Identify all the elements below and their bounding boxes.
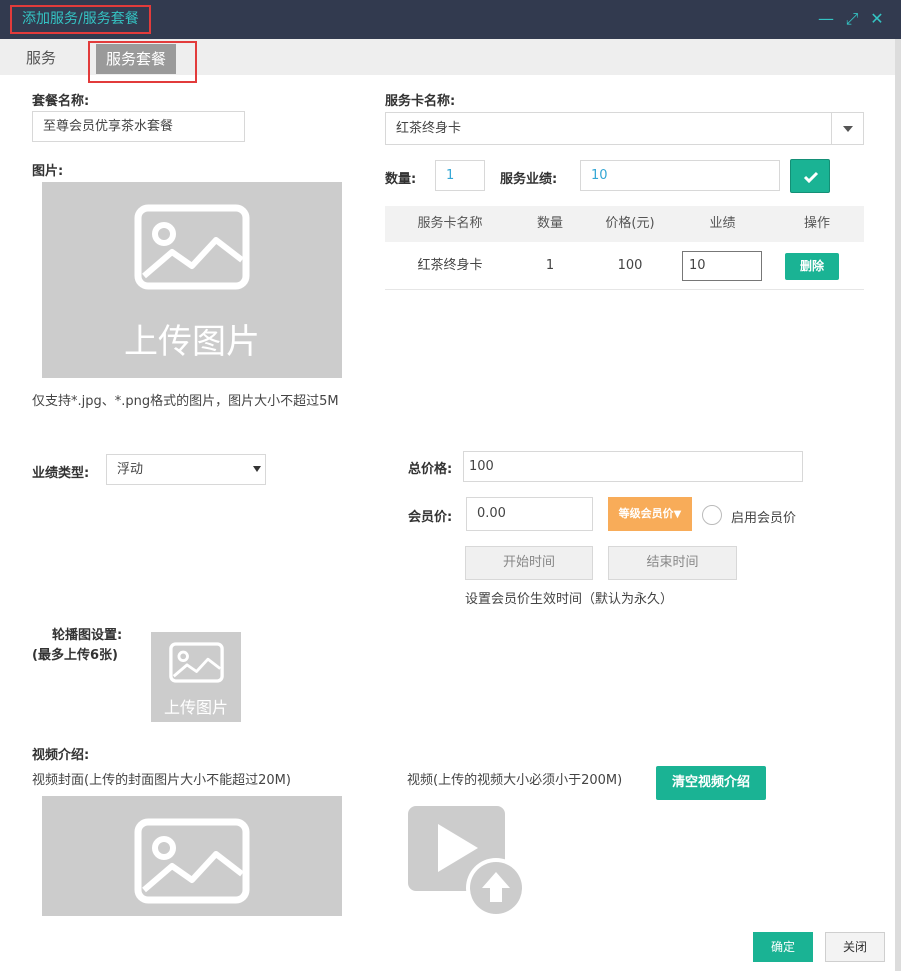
header-action: 操作 [803, 216, 830, 231]
close-icon[interactable]: ✕ [868, 10, 886, 28]
tab-bar: 服务 服务套餐 [0, 39, 895, 83]
maximize-icon[interactable]: ⤢ [843, 10, 861, 28]
minimize-icon[interactable]: — [817, 10, 835, 28]
level-member-price-label: 等级会员价 [618, 507, 674, 520]
header-quantity: 数量 [536, 216, 563, 231]
video-intro-label: 视频介绍: [32, 748, 90, 763]
header-card-name: 服务卡名称 [417, 216, 483, 231]
enable-member-price-radio[interactable] [702, 505, 722, 525]
video-cover-label: 视频封面(上传的封面图片大小不能超过20M) [32, 773, 291, 788]
caret-down-icon: ▼ [673, 509, 682, 520]
upload-text: 上传图片 [163, 698, 228, 717]
card-table: 服务卡名称 数量 价格(元) 业绩 操作 红茶终身卡 1 100 10 删除 [385, 206, 864, 290]
enable-member-price-label: 启用会员价 [731, 511, 797, 526]
package-name-input[interactable]: 至尊会员优享茶水套餐 [32, 111, 245, 142]
tab-service-package[interactable]: 服务套餐 [96, 44, 176, 74]
close-button[interactable]: 关闭 [825, 932, 885, 962]
total-price-label: 总价格: [408, 462, 453, 477]
image-hint: 仅支持*.jpg、*.png格式的图片，图片大小不超过5M [32, 394, 339, 409]
clear-video-button[interactable]: 清空视频介绍 [656, 766, 766, 800]
add-card-button[interactable] [790, 159, 830, 193]
video-label: 视频(上传的视频大小必须小于200M) [407, 773, 623, 788]
caret-down-icon [843, 126, 853, 132]
perf-type-select[interactable]: 浮动 [106, 454, 266, 485]
member-price-hint: 设置会员价生效时间（默认为永久） [465, 592, 674, 607]
image-label: 图片: [32, 164, 64, 179]
triangle-down-icon [253, 466, 261, 472]
upload-text: 上传图片 [124, 322, 260, 362]
member-price-label: 会员价: [408, 510, 453, 525]
card-dropdown-button[interactable] [831, 112, 864, 145]
start-time-input[interactable]: 开始时间 [465, 546, 593, 580]
image-icon [134, 818, 250, 904]
package-name-label: 套餐名称: [32, 94, 90, 109]
table-row: 红茶终身卡 1 100 10 删除 [385, 242, 864, 290]
card-name-label: 服务卡名称: [385, 94, 456, 109]
image-icon [134, 204, 250, 290]
quantity-input[interactable]: 1 [435, 160, 485, 191]
performance-input[interactable]: 10 [580, 160, 780, 191]
end-time-input[interactable]: 结束时间 [608, 546, 737, 580]
carousel-limit-label: (最多上传6张) [32, 648, 118, 663]
window-titlebar: 添加服务/服务套餐 — ⤢ ✕ [0, 0, 901, 39]
row-performance-input[interactable]: 10 [682, 251, 762, 281]
carousel-label: 轮播图设置: [52, 628, 123, 643]
image-upload-box[interactable]: 上传图片 [42, 182, 342, 378]
header-price: 价格(元) [605, 216, 655, 231]
scrollbar[interactable] [895, 39, 901, 971]
quantity-label: 数量: [385, 172, 417, 187]
check-icon [803, 171, 819, 183]
tab-service[interactable]: 服务 [26, 47, 56, 68]
row-price: 100 [617, 258, 643, 273]
row-quantity: 1 [545, 258, 555, 273]
carousel-upload-box[interactable]: 上传图片 [151, 632, 241, 722]
delete-button[interactable]: 删除 [785, 253, 839, 280]
perf-type-label: 业绩类型: [32, 466, 90, 481]
window-title: 添加服务/服务套餐 [10, 5, 151, 34]
row-card-name: 红茶终身卡 [417, 258, 483, 273]
image-icon [169, 642, 224, 683]
video-cover-upload-box[interactable] [42, 796, 342, 916]
confirm-button[interactable]: 确定 [753, 932, 813, 962]
member-price-input[interactable]: 0.00 [466, 497, 593, 531]
card-name-select[interactable]: 红茶终身卡 [385, 112, 832, 145]
performance-label: 服务业绩: [500, 172, 558, 187]
level-member-price-button[interactable]: 等级会员价▼ [608, 497, 692, 531]
table-header: 服务卡名称 数量 价格(元) 业绩 操作 [385, 206, 864, 242]
total-price-input[interactable]: 100 [463, 451, 803, 482]
header-performance: 业绩 [709, 216, 736, 231]
video-upload-icon[interactable] [408, 806, 526, 918]
